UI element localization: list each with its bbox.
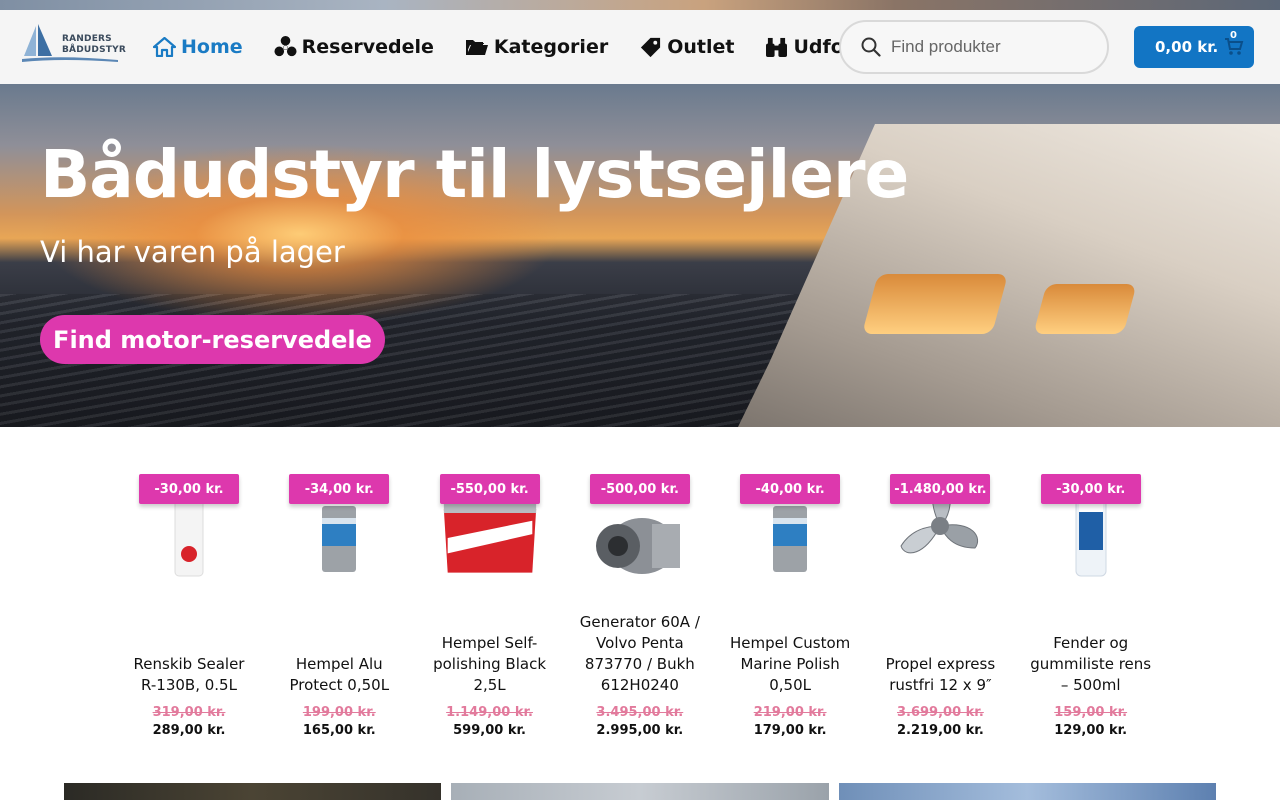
discount-badge: -500,00 kr. [589,474,690,504]
top-banner-strip [0,0,1280,10]
sale-price: 289,00 kr. [152,723,226,738]
nav-label: Outlet [667,36,735,58]
cart-count-badge: 0 [1230,30,1237,41]
product-name[interactable]: Generator 60A / Volvo Penta 873770 / Buk… [565,612,715,696]
category-image-1[interactable] [64,783,441,800]
discount-badge: -30,00 kr. [139,474,239,504]
sale-price: 165,00 kr. [302,723,376,738]
site-header: RANDERS BÅDUDSTYR Home Reservedele Kateg… [0,10,1280,84]
hero-boat-window [861,274,1009,334]
product-card[interactable]: -40,00 kr. Hempel Custom Marine Polish 0… [715,474,865,754]
sale-price: 2.995,00 kr. [596,723,684,738]
nav-label: Home [181,36,243,58]
main-nav: Home Reservedele Kategorier Outlet Udfor… [153,10,908,84]
old-price: 1.149,00 kr. [446,705,533,720]
tag-icon [641,37,661,57]
hero-boat-window [1033,284,1137,334]
polish-can-icon [773,506,808,572]
old-price: 159,00 kr. [1054,705,1128,720]
product-name[interactable]: Fender og gummiliste rens – 500ml [1016,633,1166,696]
paint-bucket-icon [443,503,536,573]
search-icon[interactable] [861,37,881,57]
nav-item-reservedele[interactable]: Reservedele [274,35,434,59]
product-name[interactable]: Hempel Self-polishing Black 2,5L [415,633,565,696]
nav-item-home[interactable]: Home [153,36,243,58]
old-price: 219,00 kr. [753,705,827,720]
hero-title: Bådudstyr til lystsejlere [40,136,909,213]
product-card[interactable]: -34,00 kr. Hempel Alu Protect 0,50L 199,… [264,474,414,754]
product-name[interactable]: Hempel Alu Protect 0,50L [264,654,414,696]
hero-banner: Bådudstyr til lystsejlere Vi har varen p… [0,84,1280,427]
discount-badge: -1.480,00 kr. [890,474,991,504]
home-icon [153,37,176,57]
search-box [839,20,1109,74]
nav-item-kategorier[interactable]: Kategorier [465,36,608,58]
logo-text: RANDERS BÅDUDSTYR [62,34,126,55]
site-logo[interactable]: RANDERS BÅDUDSTYR [22,22,126,68]
nav-label: Reservedele [301,36,434,58]
hero-subtitle: Vi har varen på lager [40,235,345,269]
fan-icon [274,35,297,56]
discount-badge: -40,00 kr. [740,474,841,504]
old-price: 319,00 kr. [152,705,226,720]
product-name[interactable]: Hempel Custom Marine Polish 0,50L [715,633,865,696]
sale-price: 129,00 kr. [1054,723,1128,738]
cart-button[interactable]: 0,00 kr. 0 [1134,26,1254,68]
discount-badge: -30,00 kr. [1040,474,1141,504]
product-card[interactable]: -30,00 kr. Renskib Sealer R-130B, 0.5L 3… [114,474,264,754]
binoculars-icon [766,37,788,57]
sale-price: 179,00 kr. [753,723,827,738]
find-motor-parts-button[interactable]: Find motor-reservedele [40,315,385,364]
product-name[interactable]: Propel express rustfri 12 x 9″ [865,654,1015,696]
product-card[interactable]: -500,00 kr. Generator 60A / Volvo Penta … [565,474,715,754]
product-card[interactable]: -1.480,00 kr. Propel express rustfri 12 … [865,474,1015,754]
product-name[interactable]: Renskib Sealer R-130B, 0.5L [114,654,264,696]
product-list: -30,00 kr. Renskib Sealer R-130B, 0.5L 3… [114,474,1166,754]
folder-open-icon [465,40,488,55]
product-card[interactable]: -550,00 kr. Hempel Self-polishing Black … [415,474,565,754]
old-price: 3.699,00 kr. [896,705,984,720]
alternator-icon [595,518,680,574]
discount-badge: -34,00 kr. [289,474,390,504]
discount-badge: -550,00 kr. [439,474,540,504]
sale-price: 599,00 kr. [453,723,526,738]
search-input[interactable] [891,37,1091,57]
paint-can-icon [322,506,357,572]
old-price: 3.495,00 kr. [596,705,684,720]
product-card[interactable]: -30,00 kr. Fender og gummiliste rens – 5… [1016,474,1166,754]
nav-item-outlet[interactable]: Outlet [639,36,734,59]
old-price: 199,00 kr. [302,705,376,720]
sale-price: 2.219,00 kr. [896,723,984,738]
cart-total: 0,00 kr. [1155,38,1219,56]
nav-label: Kategorier [493,36,609,58]
category-image-2[interactable] [451,783,829,800]
category-image-3[interactable] [839,783,1216,800]
